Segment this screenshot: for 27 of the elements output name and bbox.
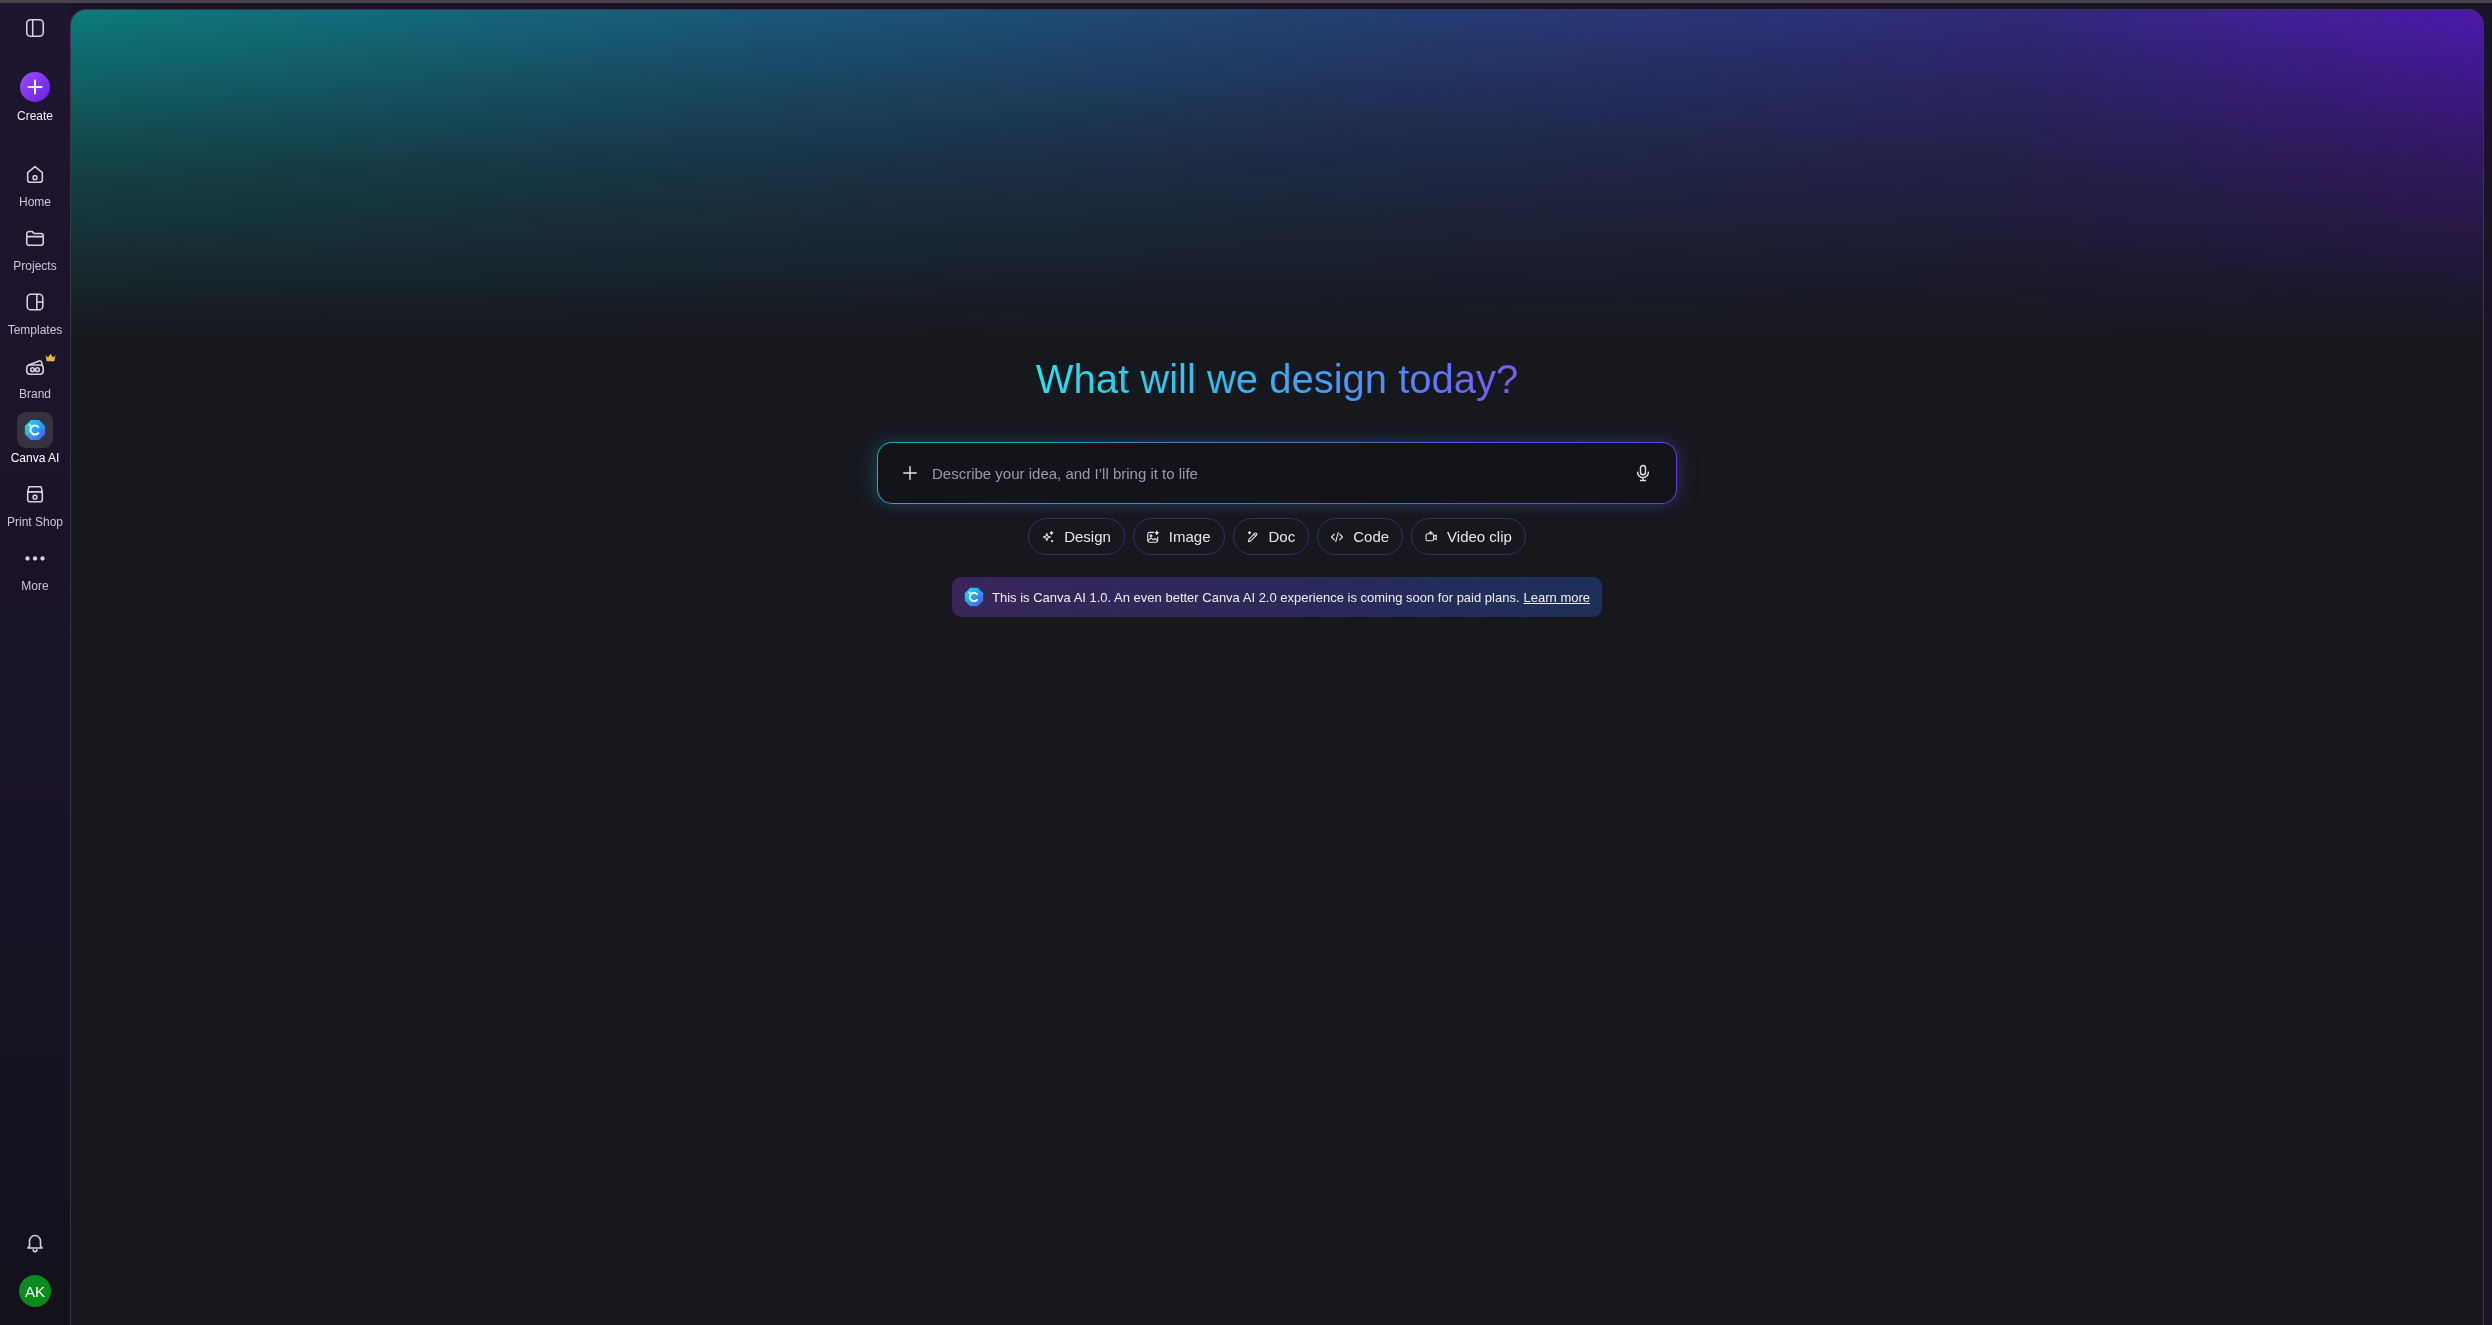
user-avatar[interactable]: AK bbox=[19, 1275, 51, 1307]
learn-more-link[interactable]: Learn more bbox=[1523, 589, 1590, 605]
layout-icon bbox=[24, 291, 46, 313]
sidebar-item[interactable]: Templates bbox=[0, 284, 70, 348]
prompt-input[interactable]: Describe your idea, and I’ll bring it to life bbox=[877, 442, 1677, 504]
plus-icon bbox=[900, 463, 920, 483]
video-camera-icon bbox=[1424, 529, 1439, 544]
image-icon bbox=[1145, 529, 1160, 544]
notice-text: This is Canva AI 1.0. An even better Canva AI 2.0 experience is coming soon for paid plans. bbox=[992, 589, 1520, 605]
panel-toggle-icon bbox=[24, 17, 46, 39]
sparkles-icon bbox=[1041, 529, 1056, 544]
sidebar-item[interactable]: Print Shop bbox=[0, 476, 70, 540]
sidebar-item[interactable]: More bbox=[0, 540, 70, 604]
sidebar-toggle-button[interactable] bbox=[24, 17, 46, 39]
sidebar-item[interactable]: Home bbox=[0, 156, 70, 220]
house-icon bbox=[24, 163, 46, 185]
more-icon bbox=[25, 555, 45, 561]
octagon-logo-icon bbox=[964, 587, 984, 607]
create-button[interactable]: Create bbox=[17, 72, 53, 123]
code-icon bbox=[1330, 529, 1345, 544]
plus-icon bbox=[20, 72, 50, 102]
octagon-logo-icon bbox=[24, 419, 46, 441]
sidebar-item[interactable]: Canva AI bbox=[0, 412, 70, 476]
sidebar-item[interactable]: Projects bbox=[0, 220, 70, 284]
sidebar-item[interactable]: Brand bbox=[0, 348, 70, 412]
store-icon bbox=[24, 483, 46, 505]
pen-icon bbox=[1245, 529, 1260, 544]
